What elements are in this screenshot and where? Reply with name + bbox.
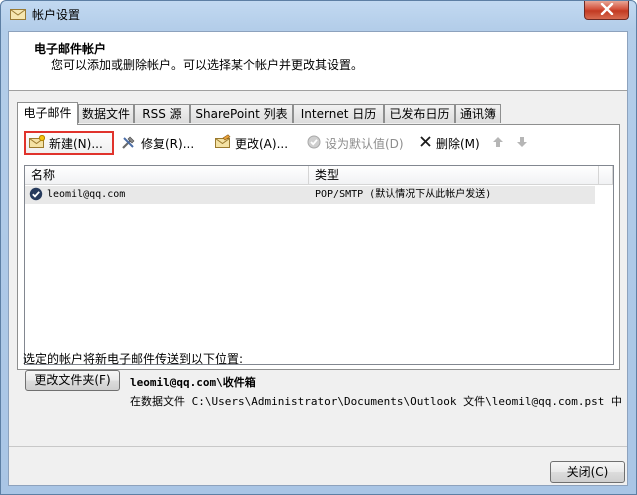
repair-button[interactable]: 修复(R)... <box>121 133 194 153</box>
account-type: POP/SMTP (默认情况下从此帐户发送) <box>315 189 492 200</box>
tab-internet-calendar[interactable]: Internet 日历 <box>293 104 384 123</box>
column-header-filler <box>599 166 613 185</box>
arrow-down-icon <box>516 136 528 151</box>
repair-label: 修复(R)... <box>141 136 195 151</box>
change-label: 更改(A)... <box>235 136 289 151</box>
window-title: 帐户设置 <box>32 8 81 22</box>
change-folder-button[interactable]: 更改文件夹(F) <box>25 370 120 391</box>
set-default-button[interactable]: 设为默认值(D) <box>307 133 404 153</box>
new-account-label: 新建(N)... <box>49 136 103 151</box>
delivery-path: 在数据文件 C:\Users\Administrator\Documents\O… <box>130 395 622 408</box>
close-button[interactable]: 关闭(C) <box>550 461 625 483</box>
remove-label: 删除(M) <box>436 136 480 151</box>
dialog-client: 电子邮件帐户 您可以添加或删除帐户。可以选择某个帐户并更改其设置。 电子邮件 数… <box>8 31 628 486</box>
footer-divider <box>9 446 627 447</box>
remove-button[interactable]: 删除(M) <box>419 133 480 153</box>
account-list[interactable]: 名称 类型 leomil@qq.com POP/SMTP (默认情况下从此帐户发… <box>24 165 614 365</box>
account-settings-window: 帐户设置 电子邮件帐户 您可以添加或删除帐户。可以选择某个帐户并更改其设置。 电… <box>0 0 637 495</box>
account-name: leomil@qq.com <box>47 189 126 200</box>
column-header-name[interactable]: 名称 <box>25 166 309 185</box>
close-icon <box>600 2 614 18</box>
tab-sharepoint[interactable]: SharePoint 列表 <box>190 104 293 123</box>
mail-settings-icon <box>10 7 26 21</box>
change-button[interactable]: 更改(A)... <box>215 133 288 153</box>
tab-published-calendar[interactable]: 已发布日历 <box>384 104 455 123</box>
move-down-button[interactable] <box>516 133 528 153</box>
header-subtitle: 您可以添加或删除帐户。可以选择某个帐户并更改其设置。 <box>51 58 364 72</box>
new-account-icon <box>29 134 46 152</box>
change-account-icon <box>215 134 231 152</box>
tab-data-files[interactable]: 数据文件 <box>78 104 134 123</box>
move-up-button[interactable] <box>492 133 504 153</box>
tab-rss[interactable]: RSS 源 <box>134 104 190 123</box>
header-title: 电子邮件帐户 <box>34 42 107 56</box>
set-default-label: 设为默认值(D) <box>325 136 404 151</box>
email-tab-panel: 新建(N)... 修复(R)... 更改(A)... 设为默认值(D) 删除(M… <box>17 124 620 370</box>
arrow-up-icon <box>492 136 504 151</box>
account-check-icon <box>29 187 43 205</box>
new-account-button[interactable]: 新建(N)... <box>24 131 114 155</box>
dialog-header: 电子邮件帐户 您可以添加或删除帐户。可以选择某个帐户并更改其设置。 <box>9 32 627 91</box>
repair-tools-icon <box>121 134 137 153</box>
window-close-button[interactable] <box>584 1 629 20</box>
titlebar[interactable]: 帐户设置 <box>1 1 636 29</box>
check-circle-icon <box>307 135 321 152</box>
delivery-inbox: leomil@qq.com\收件箱 <box>130 376 256 389</box>
table-row[interactable]: leomil@qq.com POP/SMTP (默认情况下从此帐户发送) <box>25 186 595 204</box>
tab-address-book[interactable]: 通讯簿 <box>455 104 501 123</box>
tab-email[interactable]: 电子邮件 <box>17 102 78 125</box>
list-header: 名称 类型 <box>25 166 613 185</box>
account-toolbar: 新建(N)... 修复(R)... 更改(A)... 设为默认值(D) 删除(M… <box>18 125 619 160</box>
delivery-description: 选定的帐户将新电子邮件传送到以下位置: <box>23 352 244 366</box>
remove-x-icon <box>419 135 432 151</box>
column-header-type[interactable]: 类型 <box>309 166 599 185</box>
